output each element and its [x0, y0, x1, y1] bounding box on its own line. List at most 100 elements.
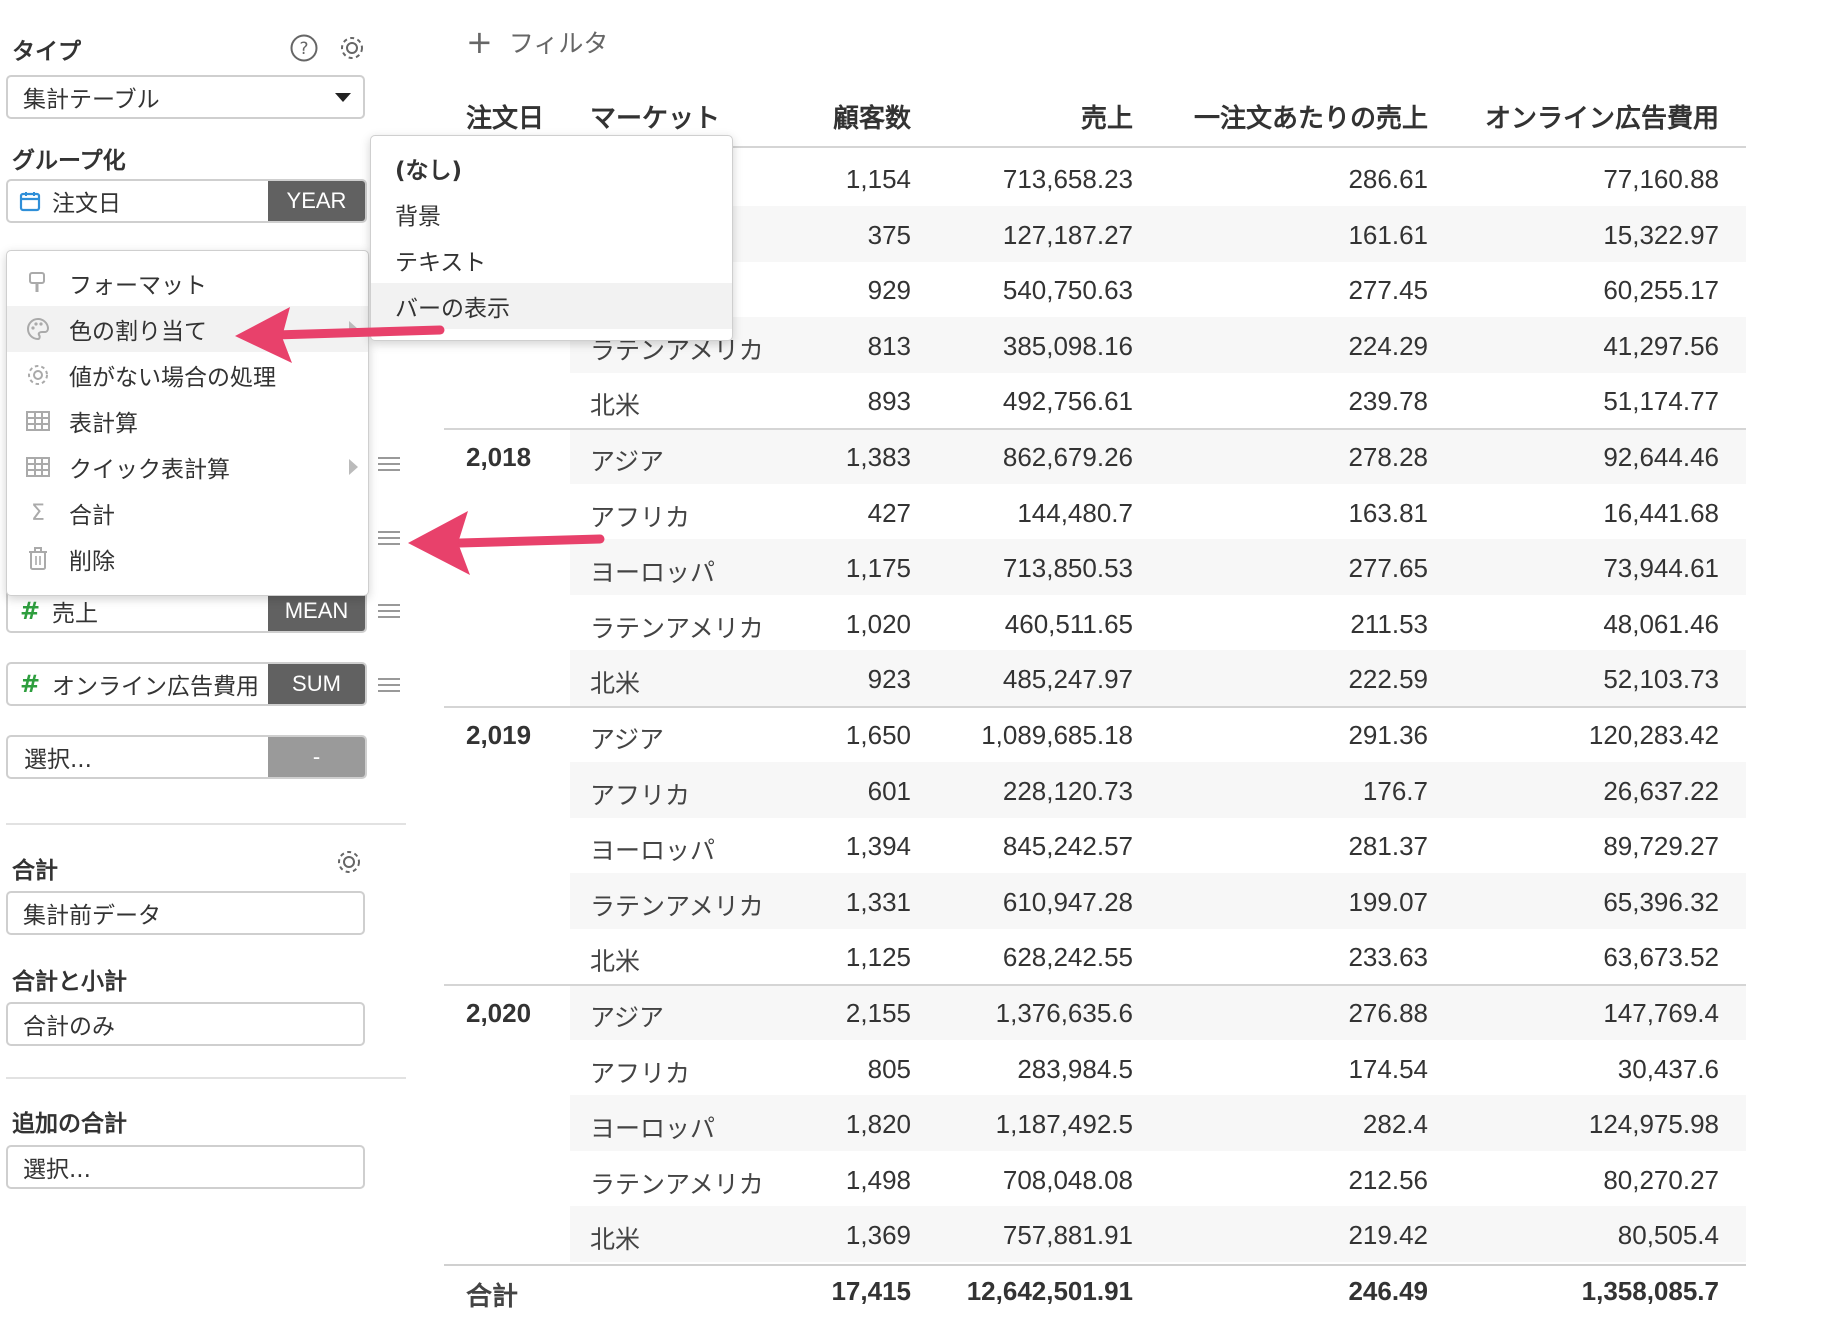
- submenu-item-bar-display[interactable]: バーの表示: [371, 283, 732, 329]
- row-sales-per-order: 174.54: [1348, 1053, 1428, 1084]
- drag-handle-icon[interactable]: [378, 531, 400, 545]
- row-sales-per-order: 277.45: [1348, 275, 1428, 306]
- drag-handle-icon[interactable]: [378, 457, 400, 471]
- row-stripe: [570, 428, 1746, 484]
- row-online-ad-cost: 92,644.46: [1603, 442, 1719, 472]
- help-icon[interactable]: ?: [288, 32, 320, 64]
- value-field-agg[interactable]: MEAN: [268, 591, 365, 631]
- row-customers: 1,498: [845, 1164, 911, 1195]
- color-assign-submenu: (なし) 背景 テキスト バーの表示: [370, 135, 733, 341]
- row-sales: 283,984.5: [1017, 1053, 1133, 1084]
- column-header-sales[interactable]: 売上: [1081, 98, 1133, 135]
- column-header-market[interactable]: マーケット: [590, 98, 720, 135]
- row-online-ad-cost: 52,103.73: [1603, 664, 1719, 695]
- context-menu: フォーマット 色の割り当て 値がない場合の処理 表計算 クイック表計算 Σ 合計: [6, 250, 369, 596]
- row-stripe: [570, 1206, 1746, 1263]
- value-select-agg[interactable]: -: [268, 737, 365, 777]
- group-field[interactable]: 注文日 YEAR: [6, 179, 367, 223]
- column-header-order-date[interactable]: 注文日: [466, 98, 544, 135]
- type-select-value: 集計テーブル: [23, 87, 160, 113]
- group-field-agg[interactable]: YEAR: [268, 181, 365, 221]
- menu-item-table-calc[interactable]: 表計算: [7, 398, 368, 444]
- row-customers: 1,154: [845, 164, 911, 194]
- submenu-item-none[interactable]: (なし): [371, 145, 732, 191]
- row-sales-per-order: 281.37: [1348, 831, 1428, 862]
- column-header-customers[interactable]: 顧客数: [833, 98, 911, 135]
- gear-icon[interactable]: [333, 846, 365, 878]
- menu-item-label: 色の割り当て: [69, 319, 207, 345]
- palette-icon: [7, 317, 69, 341]
- row-customers: 1,369: [845, 1220, 911, 1251]
- row-customers: 813: [867, 330, 911, 361]
- group-divider: [444, 706, 1746, 708]
- menu-item-quick-table-calc[interactable]: クイック表計算: [7, 444, 368, 490]
- row-online-ad-cost: 73,944.61: [1603, 553, 1719, 584]
- chevron-right-icon: [349, 459, 358, 475]
- group-divider: [444, 428, 1746, 430]
- row-market: 北米: [590, 391, 641, 421]
- menu-item-delete[interactable]: 削除: [7, 536, 368, 582]
- row-online-ad-cost: 147,769.4: [1603, 998, 1719, 1028]
- filter-label: フィルタ: [508, 29, 609, 58]
- row-sales-per-order: 282.4: [1362, 1109, 1428, 1140]
- number-icon: #: [19, 597, 41, 625]
- row-sales: 485,247.97: [1002, 664, 1133, 695]
- column-header-sales-per-order[interactable]: 一注文あたりの売上: [1194, 98, 1428, 135]
- drag-handle-icon[interactable]: [378, 604, 400, 618]
- row-market: アフリカ: [590, 780, 691, 810]
- row-market: アジア: [590, 1003, 665, 1032]
- row-online-ad-cost: 60,255.17: [1603, 275, 1719, 306]
- row-sales-per-order: 219.42: [1348, 1220, 1428, 1251]
- gear-icon[interactable]: [336, 32, 368, 64]
- row-online-ad-cost: 41,297.56: [1603, 330, 1719, 361]
- subtotal-label: 合計と小計: [12, 969, 127, 995]
- extra-total-select[interactable]: 選択...: [6, 1145, 365, 1189]
- row-online-ad-cost: 89,729.27: [1603, 831, 1719, 862]
- row-market: ラテンアメリカ: [590, 613, 764, 643]
- row-year: 2,020: [466, 998, 532, 1028]
- row-customers: 1,383: [845, 442, 911, 472]
- menu-item-format[interactable]: フォーマット: [7, 260, 368, 306]
- row-sales: 1,376,635.6: [995, 998, 1133, 1028]
- table-icon: [7, 457, 69, 477]
- row-customers: 1,331: [845, 886, 911, 917]
- row-stripe: [570, 205, 1746, 262]
- total-select[interactable]: 集計前データ: [6, 891, 365, 935]
- row-sales-per-order: 233.63: [1348, 942, 1428, 973]
- drag-handle-icon[interactable]: [378, 678, 400, 692]
- value-field-ad-cost[interactable]: # オンライン広告費用 SUM: [6, 662, 367, 706]
- value-field-agg[interactable]: SUM: [268, 664, 365, 704]
- row-sales-per-order: 163.81: [1348, 497, 1428, 528]
- column-header-online-ad-cost[interactable]: オンライン広告費用: [1485, 98, 1719, 135]
- menu-item-missing-values[interactable]: 値がない場合の処理: [7, 352, 368, 398]
- row-market: 北米: [590, 947, 641, 977]
- subtotal-select[interactable]: 合計のみ: [6, 1002, 365, 1046]
- row-sales-per-order: 176.7: [1362, 775, 1428, 806]
- plus-icon: +: [466, 23, 493, 61]
- row-stripe: [570, 761, 1746, 818]
- type-label: タイプ: [12, 39, 81, 65]
- row-sales: 862,679.26: [1002, 442, 1133, 472]
- type-select[interactable]: 集計テーブル: [6, 75, 365, 119]
- total-customers: 17,415: [831, 1276, 911, 1306]
- value-field-select[interactable]: 選択... -: [6, 735, 367, 779]
- filter-button[interactable]: + フィルタ: [466, 24, 608, 60]
- row-sales: 228,120.73: [1002, 775, 1133, 806]
- row-sales-per-order: 239.78: [1348, 386, 1428, 417]
- row-customers: 1,820: [845, 1109, 911, 1140]
- menu-item-label: 削除: [69, 549, 115, 575]
- row-market: ヨーロッパ: [590, 558, 716, 588]
- row-stripe: [570, 984, 1746, 1040]
- row-customers: 427: [867, 497, 911, 528]
- row-year: 2,018: [466, 442, 532, 472]
- row-market: アフリカ: [590, 502, 691, 532]
- row-customers: 1,125: [845, 942, 911, 973]
- row-sales-per-order: 161.61: [1348, 219, 1428, 250]
- total-row-label: 合計: [466, 1282, 519, 1312]
- menu-item-color-assign[interactable]: 色の割り当て: [7, 306, 368, 352]
- menu-item-sum[interactable]: Σ 合計: [7, 490, 368, 536]
- submenu-item-text[interactable]: テキスト: [371, 237, 732, 283]
- gear-icon: [7, 363, 69, 387]
- submenu-item-background[interactable]: 背景: [371, 191, 732, 237]
- row-sales: 713,850.53: [1002, 553, 1133, 584]
